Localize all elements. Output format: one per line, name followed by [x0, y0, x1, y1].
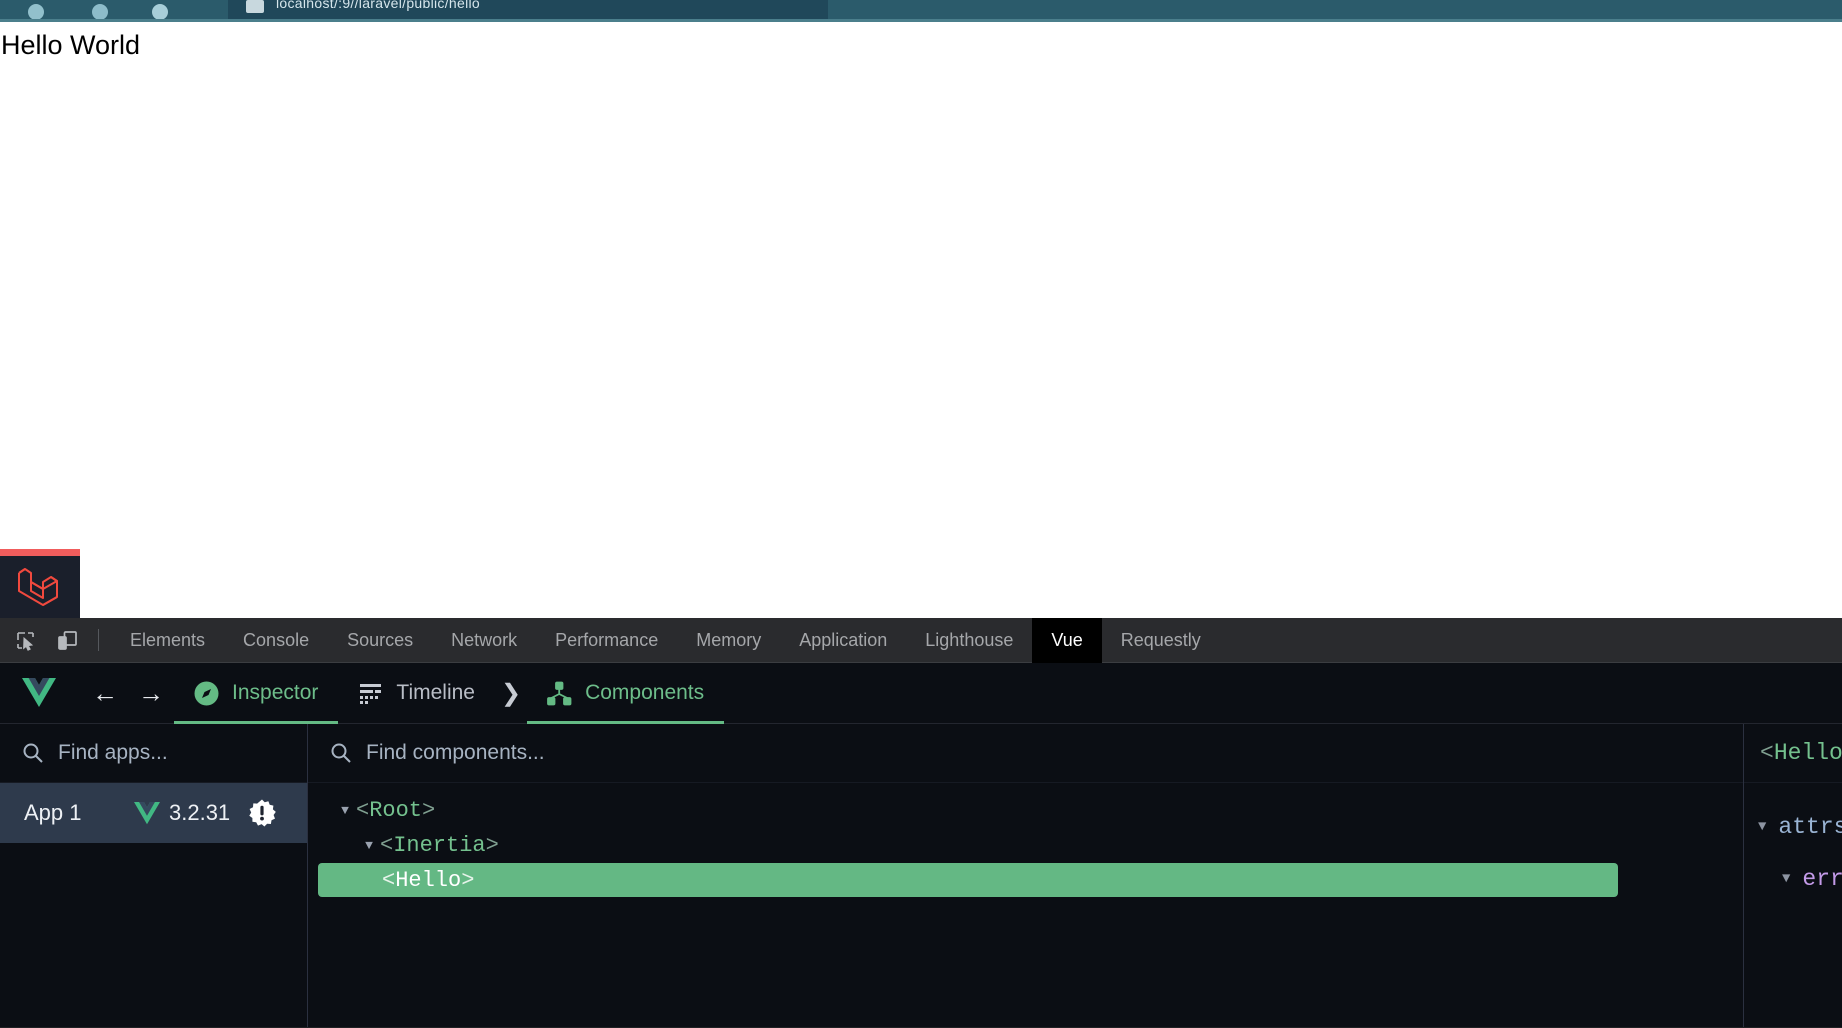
component-tree-icon — [547, 681, 572, 706]
detail-rows: ▼ attrs ▼ erro — [1744, 783, 1842, 905]
chevron-down-icon[interactable]: ▼ — [334, 803, 356, 818]
tab-network[interactable]: Network — [432, 618, 536, 663]
search-icon — [22, 742, 44, 764]
vue-tab-components-label: Components — [585, 681, 705, 704]
browser-tab-title: localhost/:9//laravel/public/hello — [276, 0, 480, 11]
compass-icon — [194, 681, 219, 706]
favicon-icon — [246, 0, 264, 13]
app-name: App 1 — [24, 800, 82, 825]
search-icon — [330, 742, 352, 764]
maximize-button[interactable] — [152, 4, 168, 20]
tab-sources[interactable]: Sources — [328, 618, 432, 663]
app-list-item[interactable]: App 1 3.2.31 — [0, 783, 307, 843]
tree-node-label: <Hello> — [382, 867, 475, 893]
chevron-down-icon[interactable]: ▼ — [358, 838, 380, 853]
tab-performance[interactable]: Performance — [536, 618, 677, 663]
laravel-debugbar-toggle[interactable] — [0, 549, 80, 618]
find-components-search[interactable]: Find components... — [308, 724, 1743, 783]
tree-node-label: <Root> — [356, 798, 436, 823]
component-tree: ▼ <Root> ▼ <Inertia> <Hello> — [308, 783, 1743, 897]
find-components-placeholder: Find components... — [366, 741, 545, 764]
timeline-icon — [358, 681, 383, 706]
vue-logo-small — [134, 801, 160, 825]
vue-devtools-body: Find apps... App 1 3.2.31 Find component… — [0, 724, 1842, 1027]
component-detail-pane: <Hello> ▼ attrs ▼ erro — [1744, 724, 1842, 1027]
devtools-tabbar: Elements Console Sources Network Perform… — [0, 617, 1842, 663]
chevron-right-icon: ❯ — [500, 679, 522, 707]
tab-application[interactable]: Application — [780, 618, 906, 663]
find-apps-search[interactable]: Find apps... — [0, 724, 307, 783]
find-apps-placeholder: Find apps... — [58, 741, 168, 764]
app-vue-version: 3.2.31 — [169, 800, 231, 825]
debugbar-accent-bar — [0, 549, 80, 556]
browser-tabstrip: localhost/:9//laravel/public/hello — [0, 0, 1842, 22]
browser-chrome: localhost/:9//laravel/public/hello — [0, 0, 1842, 22]
devtools-panel: Elements Console Sources Network Perform… — [0, 617, 1842, 1028]
vue-devtools-toolbar: ← → Inspector Timeline ❯ Components — [0, 663, 1842, 724]
toolbar-divider — [98, 629, 99, 651]
tree-node-root[interactable]: ▼ <Root> — [308, 793, 1743, 828]
page-heading: Hello World — [1, 30, 141, 60]
vue-tab-timeline[interactable]: Timeline — [338, 663, 495, 724]
vue-tab-inspector[interactable]: Inspector — [174, 663, 339, 724]
laravel-logo — [13, 561, 65, 612]
page-viewport: Hello World — [0, 22, 1842, 618]
tree-node-hello[interactable]: <Hello> — [318, 863, 1618, 897]
vue-tab-inspector-label: Inspector — [232, 681, 319, 704]
chevron-down-icon[interactable]: ▼ — [1782, 871, 1790, 887]
vue-logo — [22, 678, 56, 708]
tab-requestly[interactable]: Requestly — [1102, 618, 1220, 663]
tab-lighthouse[interactable]: Lighthouse — [906, 618, 1032, 663]
component-tree-pane: Find components... ▼ <Root> ▼ <Inertia> … — [308, 724, 1744, 1027]
vue-tab-timeline-label: Timeline — [396, 681, 475, 704]
tab-vue[interactable]: Vue — [1032, 617, 1102, 663]
forward-button[interactable]: → — [128, 670, 174, 716]
tab-memory[interactable]: Memory — [677, 618, 780, 663]
detail-row-errors[interactable]: ▼ erro — [1744, 853, 1842, 905]
close-button[interactable] — [28, 4, 44, 20]
minimize-button[interactable] — [92, 4, 108, 20]
detail-row-label: attrs — [1778, 814, 1842, 840]
vue-tab-components[interactable]: Components — [527, 663, 725, 724]
inspect-element-icon[interactable] — [8, 623, 42, 657]
apps-pane: Find apps... App 1 3.2.31 — [0, 724, 308, 1027]
back-button[interactable]: ← — [82, 670, 128, 716]
device-toolbar-icon[interactable] — [50, 623, 84, 657]
tab-elements[interactable]: Elements — [111, 618, 224, 663]
chevron-down-icon[interactable]: ▼ — [1758, 819, 1766, 835]
tree-node-label: <Inertia> — [380, 833, 499, 858]
tab-console[interactable]: Console — [224, 618, 328, 663]
detail-row-attrs[interactable]: ▼ attrs — [1744, 801, 1842, 853]
detail-pane-title: <Hello> — [1744, 724, 1842, 783]
detail-row-label: erro — [1802, 866, 1842, 892]
tree-node-inertia[interactable]: ▼ <Inertia> — [308, 828, 1743, 863]
dev-build-badge-icon[interactable] — [248, 799, 276, 827]
